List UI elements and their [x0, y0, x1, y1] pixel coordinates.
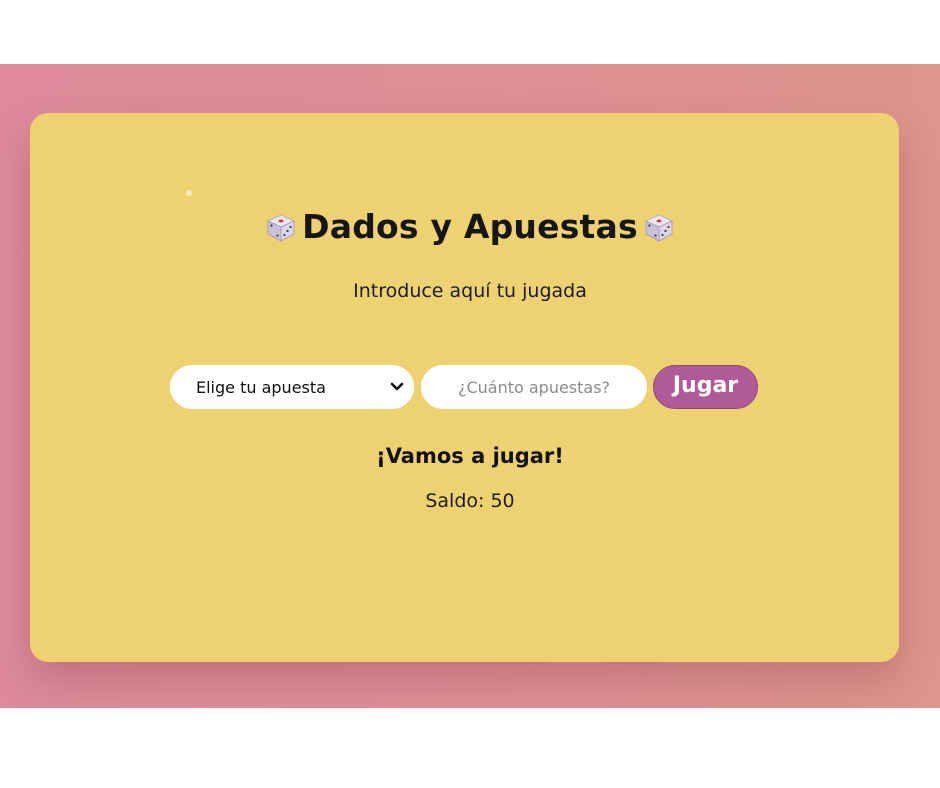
bet-amount-input[interactable]: [421, 365, 647, 409]
dice-icon: [267, 214, 296, 242]
subtitle: Introduce aquí tu jugada: [353, 280, 587, 302]
chevron-down-icon: [390, 382, 404, 391]
dice-icon: [644, 214, 673, 242]
bet-select[interactable]: Elige tu apuesta: [170, 365, 414, 409]
title-row: Dados y Apuestas: [0, 204, 940, 248]
page-title: Dados y Apuestas: [302, 206, 638, 246]
sparkle-dot: [186, 190, 192, 196]
play-button[interactable]: Jugar: [653, 365, 758, 409]
bet-select-value: Elige tu apuesta: [196, 377, 326, 397]
status-message: ¡Vamos a jugar!: [376, 444, 564, 468]
balance-display: Saldo: 50: [425, 490, 515, 512]
